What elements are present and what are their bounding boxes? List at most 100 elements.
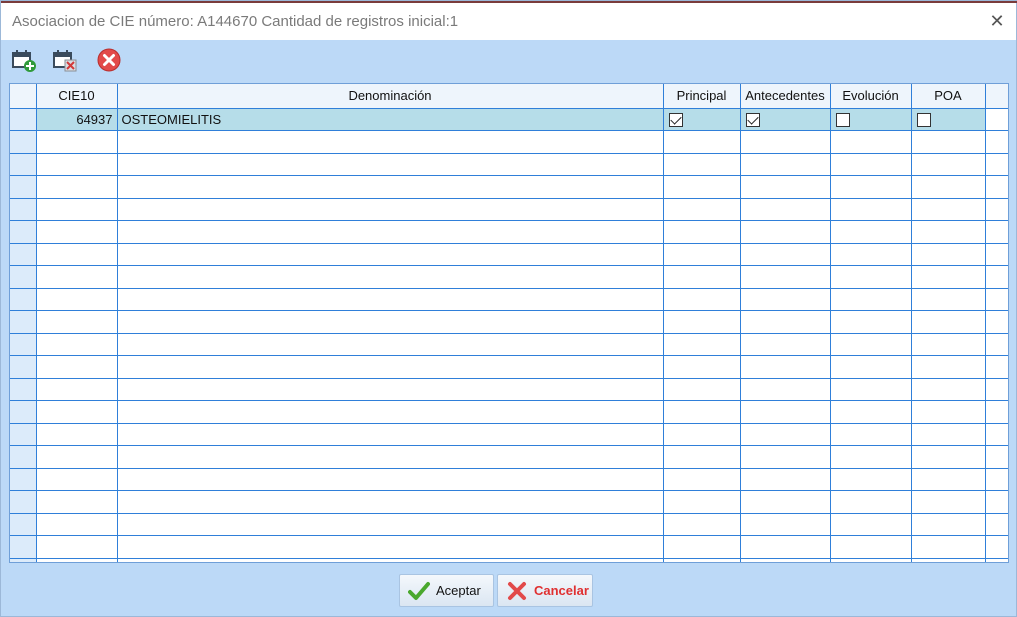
close-icon[interactable]: ✕ (985, 9, 1009, 33)
empty-cell[interactable] (36, 153, 118, 176)
row-header[interactable] (10, 198, 37, 221)
empty-cell[interactable] (830, 175, 912, 199)
empty-cell[interactable] (830, 355, 912, 379)
table-row-empty[interactable] (10, 198, 1008, 221)
row-header[interactable] (10, 288, 37, 311)
row-header[interactable] (10, 423, 37, 446)
empty-cell[interactable] (663, 198, 741, 221)
row-header[interactable] (10, 378, 37, 401)
table-row-empty[interactable] (10, 423, 1008, 446)
table-row-empty[interactable] (10, 468, 1008, 491)
table-row-empty[interactable] (10, 378, 1008, 401)
empty-cell[interactable] (740, 423, 831, 446)
cell-denominacion[interactable]: OSTEOMIELITIS (117, 108, 664, 131)
cell-cie10[interactable]: 64937 (36, 108, 118, 131)
empty-cell[interactable] (830, 423, 912, 446)
empty-cell[interactable] (663, 153, 741, 176)
empty-cell[interactable] (740, 355, 831, 379)
empty-cell[interactable] (830, 288, 912, 311)
accept-button[interactable]: Aceptar (399, 574, 494, 607)
empty-cell[interactable] (663, 333, 741, 356)
empty-cell[interactable] (740, 153, 831, 176)
remove-all-button[interactable] (96, 47, 122, 73)
empty-cell[interactable] (117, 445, 664, 469)
empty-cell[interactable] (830, 130, 912, 154)
empty-cell[interactable] (663, 220, 741, 244)
table-row-empty[interactable] (10, 333, 1008, 356)
empty-cell[interactable] (663, 535, 741, 559)
row-header[interactable] (10, 445, 37, 469)
empty-cell[interactable] (740, 243, 831, 266)
empty-cell[interactable] (117, 558, 664, 562)
empty-cell[interactable] (911, 175, 986, 199)
empty-cell[interactable] (117, 265, 664, 289)
empty-cell[interactable] (36, 535, 118, 559)
empty-cell[interactable] (911, 468, 986, 491)
empty-cell[interactable] (830, 513, 912, 536)
empty-cell[interactable] (911, 445, 986, 469)
empty-cell[interactable] (36, 423, 118, 446)
empty-cell[interactable] (830, 445, 912, 469)
column-header-antecedentes[interactable]: Antecedentes (740, 84, 831, 109)
table-row-empty[interactable] (10, 265, 1008, 289)
empty-cell[interactable] (830, 535, 912, 559)
empty-cell[interactable] (663, 400, 741, 424)
empty-cell[interactable] (117, 153, 664, 176)
empty-cell[interactable] (663, 445, 741, 469)
table-row-empty[interactable] (10, 513, 1008, 536)
empty-cell[interactable] (830, 490, 912, 514)
empty-cell[interactable] (830, 198, 912, 221)
table-row-empty[interactable] (10, 175, 1008, 199)
column-header-principal[interactable]: Principal (663, 84, 741, 109)
empty-cell[interactable] (830, 265, 912, 289)
empty-cell[interactable] (740, 310, 831, 334)
row-header[interactable] (10, 175, 37, 199)
empty-cell[interactable] (663, 558, 741, 562)
empty-cell[interactable] (740, 400, 831, 424)
row-header[interactable] (10, 243, 37, 266)
empty-cell[interactable] (36, 468, 118, 491)
empty-cell[interactable] (117, 243, 664, 266)
empty-cell[interactable] (117, 378, 664, 401)
empty-cell[interactable] (117, 535, 664, 559)
empty-cell[interactable] (740, 265, 831, 289)
empty-cell[interactable] (911, 198, 986, 221)
row-header[interactable] (10, 490, 37, 514)
empty-cell[interactable] (36, 310, 118, 334)
row-header[interactable] (10, 535, 37, 559)
table-row-empty[interactable] (10, 558, 1008, 562)
poa-checkbox[interactable] (916, 113, 931, 128)
empty-cell[interactable] (740, 445, 831, 469)
empty-cell[interactable] (36, 198, 118, 221)
empty-cell[interactable] (911, 153, 986, 176)
empty-cell[interactable] (117, 468, 664, 491)
empty-cell[interactable] (36, 400, 118, 424)
empty-cell[interactable] (740, 490, 831, 514)
empty-cell[interactable] (663, 423, 741, 446)
empty-cell[interactable] (36, 378, 118, 401)
row-header[interactable] (10, 333, 37, 356)
empty-cell[interactable] (117, 175, 664, 199)
empty-cell[interactable] (740, 198, 831, 221)
empty-cell[interactable] (36, 130, 118, 154)
empty-cell[interactable] (911, 423, 986, 446)
empty-cell[interactable] (911, 558, 986, 562)
empty-cell[interactable] (911, 400, 986, 424)
empty-cell[interactable] (663, 310, 741, 334)
cell-evolucion[interactable] (830, 108, 912, 131)
empty-cell[interactable] (117, 355, 664, 379)
table-row-empty[interactable] (10, 243, 1008, 266)
empty-cell[interactable] (911, 513, 986, 536)
row-header[interactable] (10, 310, 37, 334)
empty-cell[interactable] (911, 220, 986, 244)
empty-cell[interactable] (911, 310, 986, 334)
cancel-button[interactable]: Cancelar (497, 574, 593, 607)
empty-cell[interactable] (663, 378, 741, 401)
empty-cell[interactable] (117, 333, 664, 356)
empty-cell[interactable] (740, 468, 831, 491)
empty-cell[interactable] (36, 445, 118, 469)
empty-cell[interactable] (117, 310, 664, 334)
empty-cell[interactable] (36, 355, 118, 379)
empty-cell[interactable] (911, 535, 986, 559)
empty-cell[interactable] (911, 288, 986, 311)
